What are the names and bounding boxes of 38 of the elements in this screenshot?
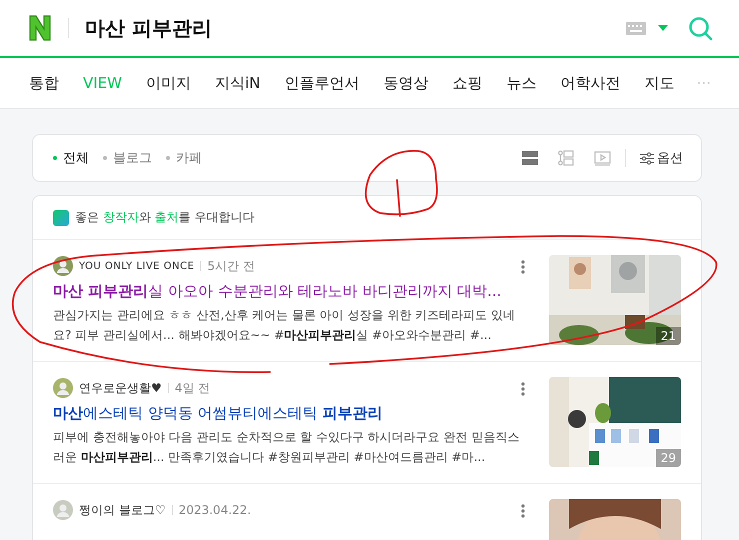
avatar-icon[interactable]	[53, 378, 73, 398]
filter-option[interactable]: 카페	[166, 149, 202, 167]
author-name[interactable]: YOU ONLY LIVE ONCE	[79, 260, 194, 272]
caret-icon[interactable]	[658, 25, 668, 31]
post-time: 5시간 전	[207, 258, 255, 274]
search-tab[interactable]: 지도	[644, 74, 674, 92]
search-tab[interactable]: 지식iN	[215, 74, 260, 92]
search-tab[interactable]: 동영상	[383, 74, 428, 92]
more-options-icon[interactable]	[521, 382, 525, 396]
search-tab[interactable]: 어학사전	[560, 74, 620, 92]
search-tab[interactable]: 이미지	[146, 74, 191, 92]
search-query[interactable]: 마산 피부관리	[85, 14, 212, 42]
photo-count: 29	[656, 449, 681, 467]
avatar-icon[interactable]	[53, 256, 73, 276]
result-snippet: 피부에 충전해놓아야 다음 관리도 순차적으로 할 수있다구 하시더라구요 완전 믿음직스러운 마산피부관리... 만족후기였습니다 #창원피부관리 #마산여드름관리 #마...	[53, 429, 520, 466]
search-tab[interactable]: 뉴스	[506, 74, 536, 92]
result-title[interactable]: 마산 피부관리실 아오아 수분관리와 테라노바 바디관리까지 대박...	[53, 282, 521, 301]
more-options-icon[interactable]	[521, 504, 525, 518]
thumbnail-view-icon[interactable]	[558, 150, 574, 166]
post-time: 2023.04.22.	[178, 503, 252, 517]
view-badge-icon	[53, 210, 69, 226]
search-tab[interactable]: 통합	[29, 74, 59, 92]
logo-icon[interactable]	[28, 14, 52, 42]
list-view-icon[interactable]	[522, 151, 538, 165]
options-button[interactable]: 옵션	[640, 149, 683, 167]
more-options-icon[interactable]	[521, 260, 525, 274]
photo-count: 21	[656, 327, 681, 345]
filter-option[interactable]: 블로그	[103, 149, 152, 167]
result-title[interactable]: 마산에스테틱 양덕동 어썸뷰티에스테틱 피부관리	[53, 404, 521, 423]
search-tab[interactable]: 쇼핑	[452, 74, 482, 92]
notice-text: 좋은 창작자와 출처를 우대합니다	[75, 209, 254, 226]
author-name[interactable]: 쩡이의 블로그♡	[79, 502, 166, 518]
author-name[interactable]: 연우로운생활♥	[79, 380, 162, 396]
sliders-icon	[640, 152, 654, 164]
filter-option[interactable]: 전체	[53, 149, 89, 167]
result-snippet: 관심가지는 관리에요 ㅎㅎ 산전,산후 케어는 물론 아이 성장을 위한 키즈테라피도 있네요? 피부 관리실에서... 해봐야겠어요~~ #마산피부관리실 #아오와수분관리 #...	[53, 307, 516, 344]
search-tab[interactable]: 인플루언서	[284, 74, 360, 92]
post-time: 4일 전	[174, 380, 210, 396]
